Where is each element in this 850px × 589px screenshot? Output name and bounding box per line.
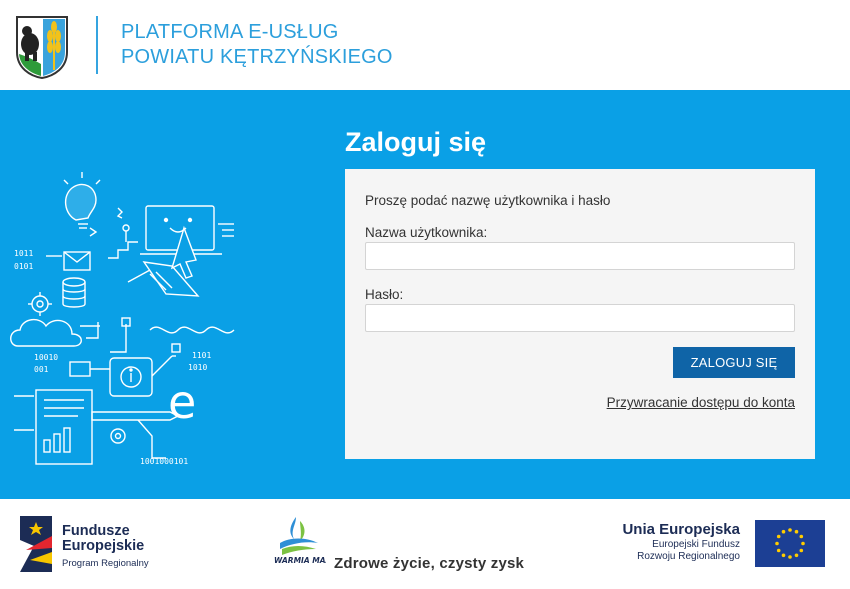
county-crest-logo[interactable] — [14, 14, 70, 80]
lightbulb-icon — [63, 172, 101, 229]
site-title-line2: POWIATU KĘTRZYŃSKIEGO — [121, 46, 393, 68]
eu-line3: Rozwoju Regionalnego — [637, 551, 740, 562]
small-gear-icon — [110, 428, 126, 444]
warmia-mazury-text: WARMIA MAZURY — [274, 556, 326, 565]
warmia-mazury-logo[interactable]: WARMIA MAZURY — [270, 513, 326, 573]
fe-line2: Europejskie — [62, 538, 145, 554]
slogan-text: Zdrowe życie, czysty zysk — [334, 555, 525, 572]
binary-text-7: 1001000101 — [140, 457, 188, 466]
letter-e-icon: e — [168, 375, 196, 429]
binary-text-5: 1101 — [192, 351, 211, 360]
binary-text-6: 1010 — [188, 363, 207, 372]
connector-line — [110, 324, 127, 353]
login-prompt: Proszę podać nazwę użytkownika i hasło — [365, 193, 611, 208]
report-document-icon — [14, 389, 93, 465]
eu-flag-icon[interactable] — [755, 520, 825, 567]
binary-text-4: 001 — [34, 365, 49, 374]
login-form: Proszę podać nazwę użytkownika i hasło N… — [345, 169, 815, 459]
footer-logos: Fundusze Europejskie Program Regionalny … — [0, 499, 850, 589]
fundusze-europejskie-logo[interactable]: Fundusze Europejskie Program Regionalny — [20, 516, 160, 572]
wave-decoration — [149, 326, 235, 334]
e-services-illustration: 1011 0101 10010 001 1101 1010 e 10010001… — [10, 172, 235, 466]
fe-line1: Fundusze — [62, 523, 130, 539]
binary-text-1: 1011 — [14, 249, 33, 258]
username-input[interactable] — [365, 242, 795, 270]
connector-line — [137, 419, 166, 459]
password-input[interactable] — [365, 304, 795, 332]
node-square — [171, 343, 181, 353]
eu-text-block: Unia Europejska Europejski Fundusz Rozwo… — [622, 521, 740, 563]
fundusze-europejskie-mark-icon — [20, 516, 52, 572]
login-section: 1011 0101 10010 001 1101 1010 e 10010001… — [0, 90, 850, 499]
node-box — [69, 361, 91, 377]
envelope-icon — [63, 251, 91, 271]
gear-icon — [28, 292, 52, 316]
cloud-icon — [10, 319, 100, 347]
site-title[interactable]: PLATFORMA E-USŁUG POWIATU KĘTRZYŃSKIEGO — [121, 20, 393, 70]
eu-line2: Europejski Fundusz — [652, 539, 740, 550]
password-label: Hasło: — [365, 287, 404, 302]
binary-text-2: 0101 — [14, 262, 33, 271]
sparkle-decoration — [89, 227, 98, 237]
username-label: Nazwa użytkownika: — [365, 225, 488, 240]
binary-text-3: 10010 — [34, 353, 58, 362]
person-icon — [108, 207, 138, 259]
login-heading: Zaloguj się — [345, 127, 487, 157]
eu-line1: Unia Europejska — [622, 521, 740, 538]
info-person-icon — [109, 355, 176, 397]
site-header: PLATFORMA E-USŁUG POWIATU KĘTRZYŃSKIEGO — [0, 0, 850, 90]
pencil-icon — [91, 411, 180, 421]
login-button[interactable]: ZALOGUJ SIĘ — [673, 347, 795, 378]
fundusze-europejskie-text: Fundusze Europejskie Program Regionalny — [62, 524, 149, 570]
site-title-line1: PLATFORMA E-USŁUG — [121, 21, 339, 43]
recover-account-link[interactable]: Przywracanie dostępu do konta — [607, 395, 795, 410]
database-icon — [62, 277, 86, 308]
fe-line3: Program Regionalny — [62, 558, 149, 569]
header-divider — [96, 16, 98, 74]
